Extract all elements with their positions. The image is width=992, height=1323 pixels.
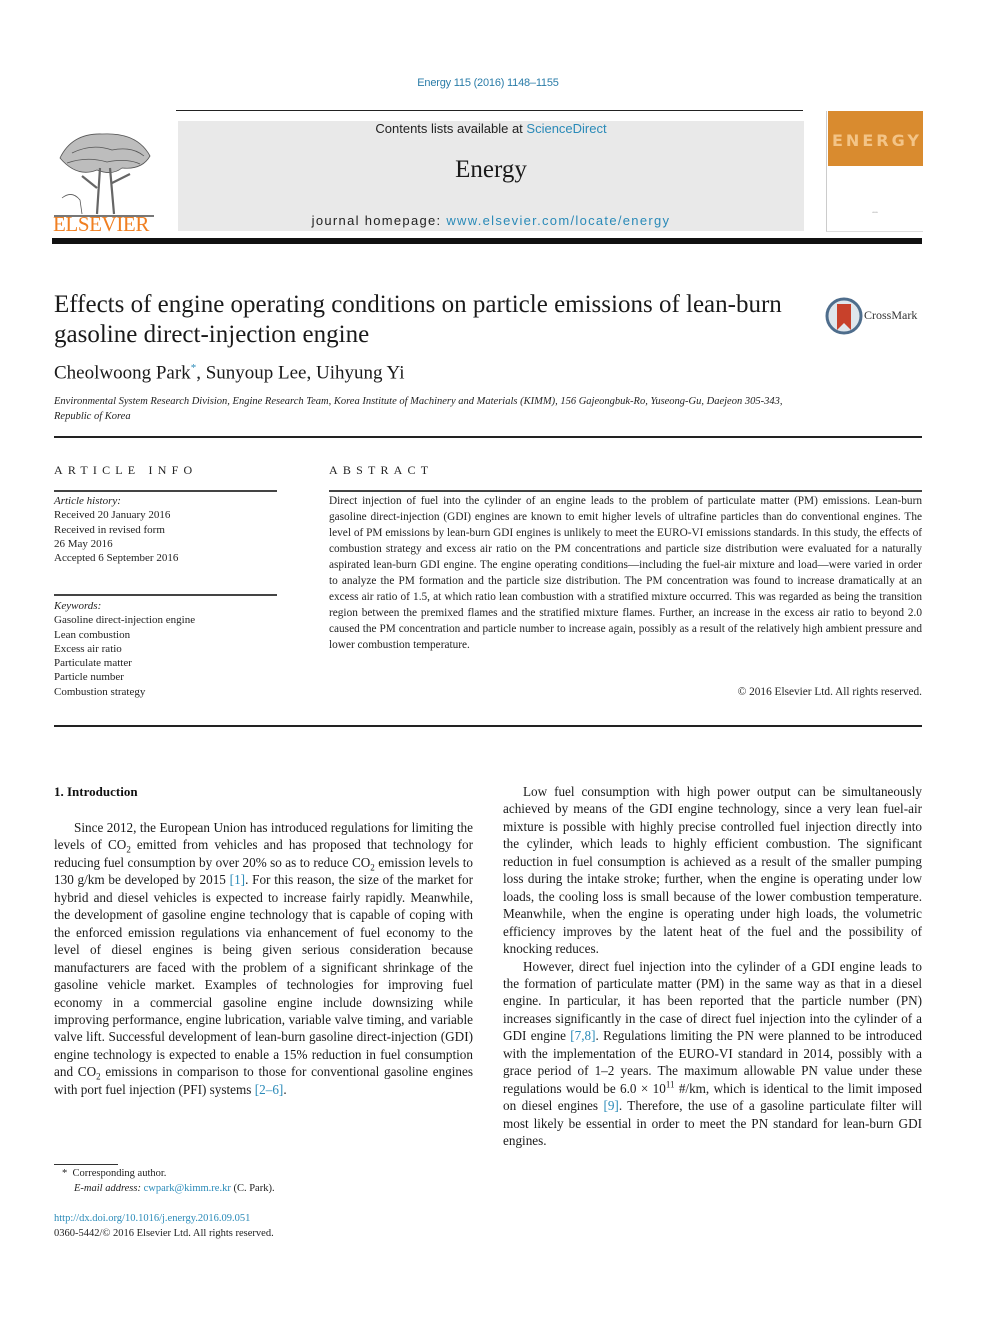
keyword-item: Excess air ratio — [54, 642, 122, 655]
body-paragraph: However, direct fuel injection into the … — [503, 958, 922, 1150]
cover-banner: ENERGY — [828, 111, 923, 166]
keyword-item: Particulate matter — [54, 657, 132, 670]
article-title: Effects of engine operating conditions o… — [54, 291, 782, 348]
author-separator: , — [196, 362, 206, 384]
keyword-item: Combustion strategy — [54, 685, 146, 698]
issn-copyright: 0360-5442/© 2016 Elsevier Ltd. All right… — [54, 1228, 274, 1239]
keyword-item: Lean combustion — [54, 628, 131, 641]
contents-prefix: Contents lists available at — [375, 121, 527, 136]
keywords-list: Keywords: Gasoline direct-injection engi… — [54, 599, 195, 699]
header-thick-rule — [52, 238, 922, 244]
corresponding-author-note: * Corresponding author. — [62, 1166, 275, 1181]
citation-link[interactable]: [2–6] — [255, 1082, 284, 1097]
abstract-divider — [54, 725, 922, 727]
body-column-left: Since 2012, the European Union has intro… — [54, 819, 473, 1098]
article-info-rule — [54, 490, 277, 492]
history-item: Accepted 6 September 2016 — [54, 552, 179, 565]
keywords-label: Keywords: — [54, 600, 102, 612]
text-run: . For this reason, the size of the marke… — [54, 872, 473, 1080]
journal-homepage-line: journal homepage: www.elsevier.com/locat… — [178, 213, 804, 228]
author-name[interactable]: Cheolwoong Park — [54, 362, 191, 383]
email-line: E-mail address: cwpark@kimm.re.kr (C. Pa… — [62, 1181, 275, 1196]
author-name[interactable]: Uihyung Yi — [316, 362, 405, 383]
elsevier-wordmark: ELSEVIER — [53, 212, 149, 236]
text-run: . — [283, 1081, 287, 1097]
keyword-item: Particle number — [54, 671, 124, 684]
footnote-text: Corresponding author. — [72, 1168, 167, 1179]
article-history: Article history: Received 20 January 201… — [54, 494, 178, 565]
doi-link[interactable]: http://dx.doi.org/10.1016/j.energy.2016.… — [54, 1211, 274, 1226]
abstract-text: Direct injection of fuel into the cylind… — [329, 495, 922, 651]
abstract-heading: ABSTRACT — [329, 463, 434, 477]
email-suffix: (C. Park). — [230, 1183, 275, 1194]
article-history-label: Article history: — [54, 495, 121, 507]
crossmark-label: CrossMark — [864, 308, 918, 322]
history-item: Received 20 January 2016 — [54, 509, 171, 522]
crossmark-icon — [825, 297, 863, 335]
footnote: * Corresponding author. E-mail address: … — [62, 1166, 275, 1196]
author-affiliation: Environmental System Research Division, … — [54, 396, 783, 422]
journal-name: Energy — [455, 156, 527, 183]
abstract-rule — [329, 490, 922, 492]
email-label: E-mail address: — [74, 1183, 141, 1194]
section-heading-introduction: 1. Introduction — [54, 784, 138, 799]
body-paragraph: Since 2012, the European Union has intro… — [54, 819, 473, 1098]
author-list: Cheolwoong Park*, Sunyoup Lee, Uihyung Y… — [54, 362, 404, 384]
journal-cover-thumbnail[interactable]: ENERGY ▫▫▫ — [826, 111, 923, 232]
history-item: 26 May 2016 — [54, 537, 113, 550]
abstract-copyright: © 2016 Elsevier Ltd. All rights reserved… — [737, 686, 922, 698]
citation-link[interactable]: [7,8] — [570, 1028, 595, 1043]
contents-line: Contents lists available at ScienceDirec… — [178, 121, 804, 136]
footnote-rule — [54, 1164, 118, 1165]
article-info-heading: ARTICLE INFO — [54, 463, 198, 477]
title-divider — [54, 436, 922, 438]
footnote-mark: * — [62, 1168, 68, 1179]
email-link[interactable]: cwpark@kimm.re.kr — [144, 1183, 231, 1194]
homepage-prefix: journal homepage: — [311, 213, 447, 228]
author-separator: , — [306, 362, 316, 384]
header-rule — [176, 110, 803, 111]
history-item: Received in revised form — [54, 523, 165, 536]
keywords-rule — [54, 594, 277, 596]
author-name[interactable]: Sunyoup Lee — [206, 362, 307, 383]
citation-link[interactable]: [1] — [230, 872, 245, 887]
body-column-right: Low fuel consumption with high power out… — [503, 783, 922, 1150]
citation-link[interactable]: [9] — [603, 1098, 618, 1113]
journal-citation[interactable]: Energy 115 (2016) 1148–1155 — [0, 77, 976, 89]
homepage-link[interactable]: www.elsevier.com/locate/energy — [446, 213, 670, 228]
doi-block: http://dx.doi.org/10.1016/j.energy.2016.… — [54, 1211, 274, 1241]
sciencedirect-link[interactable]: ScienceDirect — [526, 121, 606, 136]
keyword-item: Gasoline direct-injection engine — [54, 614, 196, 627]
cover-title: ENERGY — [832, 131, 922, 150]
body-paragraph: Low fuel consumption with high power out… — [503, 784, 922, 957]
crossmark-button[interactable]: CrossMark — [825, 296, 925, 336]
cover-publisher-mark: ▫▫▫ — [872, 211, 878, 216]
